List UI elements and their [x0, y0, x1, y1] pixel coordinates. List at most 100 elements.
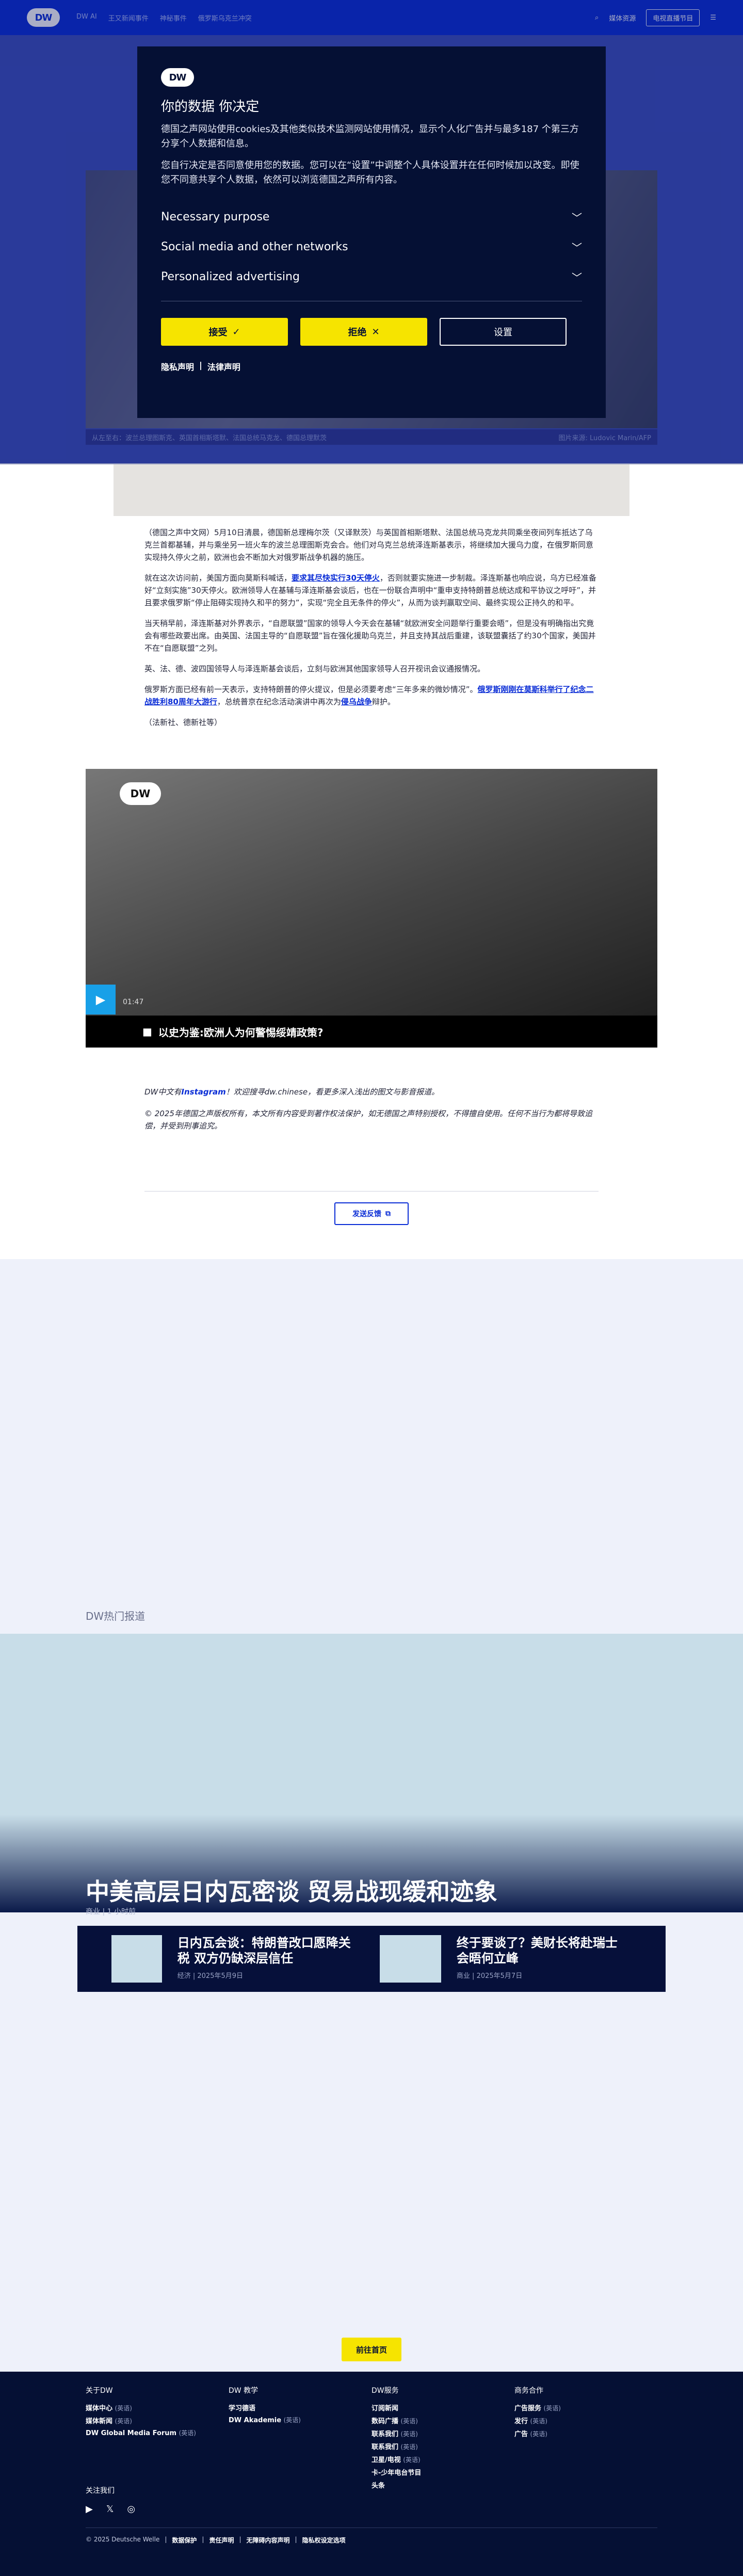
- footer-link[interactable]: 订阅新闻: [372, 2403, 514, 2412]
- privacy-link[interactable]: 隐私声明: [161, 360, 194, 373]
- consent-logo: DW: [161, 68, 194, 87]
- x-icon[interactable]: 𝕏: [106, 2504, 114, 2515]
- consent-text: 您自行决定是否同意使用您的数据。您可以在“设置”中调整个人具体设置并在任何时候加…: [161, 160, 579, 185]
- teaser-meta: 商业 | 2025年5月7日: [456, 1972, 523, 1980]
- video-camera-icon: ■: [142, 1025, 152, 1038]
- copyright-note: © 2025年德国之声版权所有，本文所有内容受到著作权法保护，如无德国之声特别授…: [144, 1109, 592, 1131]
- copyright: © 2025 Deutsche Welle: [86, 2536, 160, 2543]
- footer-link[interactable]: 学习德语: [229, 2403, 372, 2412]
- ad-placeholder: [114, 464, 629, 516]
- teaser-title: 日内瓦会谈：特朗普改口愿降关税 双方仍缺深层信任: [177, 1936, 351, 1966]
- footer-link[interactable]: 头条: [372, 2480, 514, 2490]
- legal-link[interactable]: 无障碍内容声明: [247, 2536, 290, 2545]
- close-icon: ✕: [372, 326, 380, 337]
- instagram-note: DW中文有Instagram！欢迎搜寻dw.chinese，看更多深入浅出的图文…: [144, 1087, 440, 1097]
- video-title: 以史为鉴:欧洲人为何警惕绥靖政策?: [158, 1026, 324, 1039]
- footer-link[interactable]: 联系我们 (英语): [372, 2441, 514, 2451]
- article-paragraph: 当天稍早前，泽连斯基对外界表示，“自愿联盟”国家的领导人今天会在基辅“就欧洲安全…: [144, 619, 596, 653]
- footer-link[interactable]: 广告服务 (英语): [514, 2403, 657, 2412]
- article-paragraph: （法新社、德新社等）: [144, 718, 222, 727]
- footer-col-title: DW服务: [372, 2387, 399, 2395]
- youtube-icon[interactable]: ▶: [86, 2504, 93, 2515]
- chevron-down-icon: ﹀: [572, 241, 582, 254]
- footer-col-business: 商务合作 广告服务 (英语) 发行 (英语) 广告 (英语): [514, 2385, 657, 2493]
- purpose-label: Necessary purpose: [161, 210, 270, 223]
- inline-link[interactable]: 侵乌战争: [341, 697, 372, 706]
- legal-link[interactable]: 数据保护: [172, 2536, 197, 2545]
- footer-col-about: 关于DW 媒体中心 (英语) 媒体新闻 (英语) DW Global Media…: [86, 2385, 229, 2493]
- topic-image[interactable]: [0, 1634, 743, 1912]
- footer-link[interactable]: 广告 (英语): [514, 2428, 657, 2438]
- consent-modal: DW 你的数据 你决定 德国之声网站使用cookies及其他类似技术监测网站使用…: [137, 46, 606, 418]
- follow-label: 关注我们: [86, 2487, 115, 2495]
- teaser-strip: 日内瓦会谈：特朗普改口愿降关税 双方仍缺深层信任 经济 | 2025年5月9日 …: [77, 1926, 666, 1992]
- reject-label: 拒绝: [348, 327, 367, 338]
- purpose-advertising[interactable]: Personalized advertising ﹀: [161, 262, 582, 292]
- footer-link[interactable]: 联系我们 (英语): [372, 2428, 514, 2438]
- consent-title: 你的数据 你决定: [161, 99, 260, 115]
- footer-link[interactable]: 卫星/电视 (英语): [372, 2454, 514, 2464]
- settings-button[interactable]: 设置: [440, 318, 567, 346]
- footer-link[interactable]: DW Akademie (英语): [229, 2416, 372, 2424]
- consent-buttons: 接受 ✓ 拒绝 ✕ 设置: [161, 318, 582, 346]
- legal-link[interactable]: 隐私权设定选项: [302, 2536, 346, 2545]
- legal-links: © 2025 Deutsche Welle | 数据保护 | 责任声明 | 无障碍内容…: [86, 2536, 346, 2545]
- article-body: （德国之声中文网）5月10日清晨，德国新总理梅尔茨（又译默茨）与英国首相斯塔默、…: [144, 526, 599, 737]
- footer-link[interactable]: 发行 (英语): [514, 2416, 657, 2425]
- footer-col-services: DW服务 订阅新闻 数码广播 (英语) 联系我们 (英语) 联系我们 (英语) …: [372, 2385, 514, 2493]
- footer-link[interactable]: 媒体新闻 (英语): [86, 2416, 229, 2425]
- chevron-down-icon: ﹀: [572, 211, 582, 224]
- article-paragraph: 俄罗斯方面已经有前一天表示，支持特朗普的停火提议，但是必须要考虑“三年多来的微妙…: [144, 685, 594, 706]
- article-paragraph: （德国之声中文网）5月10日清晨，德国新总理梅尔茨（又译默茨）与英国首相斯塔默、…: [144, 528, 594, 562]
- footer-link[interactable]: 媒体中心 (英语): [86, 2403, 229, 2412]
- topic-meta: 商业 | 1 小时前: [86, 1908, 136, 1916]
- site-footer: 关于DW 媒体中心 (英语) 媒体新闻 (英语) DW Global Media…: [0, 2372, 743, 2576]
- divider: [144, 1191, 599, 1192]
- copy-icon: ⧉: [385, 1210, 391, 1218]
- teaser-thumbnail: [380, 1935, 441, 1983]
- reject-button[interactable]: 拒绝 ✕: [300, 318, 427, 346]
- teaser-meta: 经济 | 2025年5月9日: [177, 1972, 244, 1980]
- footer-col-title: 商务合作: [514, 2387, 543, 2395]
- consent-links: 隐私声明 | 法律声明: [161, 360, 582, 373]
- feedback-label: 发送反馈: [352, 1210, 381, 1218]
- consent-text: 德国之声网站使用cookies及其他类似技术监测网站使用情况，显示个人化广告并与…: [161, 124, 579, 149]
- purpose-label: Personalized advertising: [161, 270, 300, 283]
- chevron-down-icon: ﹀: [572, 271, 582, 284]
- footer-col-education: DW 教学 学习德语 DW Akademie (英语): [229, 2385, 372, 2493]
- instagram-link[interactable]: Instagram: [181, 1087, 225, 1097]
- video-duration: 01:47: [123, 998, 144, 1006]
- footer-link[interactable]: 卡-少年电台节目: [372, 2467, 514, 2477]
- article-paragraph: 就在这次访问前，美国方面向莫斯科喊话，要求其尽快实行30天停火，否则就要实施进一…: [144, 573, 596, 607]
- purpose-list: Necessary purpose ﹀ Social media and oth…: [161, 202, 582, 292]
- article-note: DW中文有Instagram！欢迎搜寻dw.chinese，看更多深入浅出的图文…: [144, 1086, 599, 1141]
- instagram-icon[interactable]: ◎: [127, 2504, 135, 2515]
- purpose-label: Social media and other networks: [161, 240, 348, 253]
- check-icon: ✓: [232, 326, 240, 337]
- teaser-card[interactable]: 终于要谈了？美财长将赴瑞士会晤何立峰 商业 | 2025年5月7日: [380, 1935, 622, 1983]
- divider: [86, 2527, 657, 2528]
- footer-col-title: DW 教学: [229, 2387, 259, 2395]
- footer-link[interactable]: 数码广播 (英语): [372, 2416, 514, 2425]
- teaser-card[interactable]: 日内瓦会谈：特朗普改口愿降关税 双方仍缺深层信任 经济 | 2025年5月9日: [111, 1935, 354, 1983]
- video-title-bar: ■ 以史为鉴:欧洲人为何警惕绥靖政策?: [86, 1016, 657, 1048]
- purpose-necessary[interactable]: Necessary purpose ﹀: [161, 202, 582, 232]
- legal-link[interactable]: 法律声明: [207, 360, 240, 373]
- inline-link[interactable]: 要求其尽快实行30天停火: [292, 573, 380, 583]
- video-player[interactable]: DW ▶ 01:47 ■ 以史为鉴:欧洲人为何警惕绥靖政策?: [86, 769, 657, 1048]
- purpose-social[interactable]: Social media and other networks ﹀: [161, 232, 582, 262]
- link-separator: |: [199, 360, 202, 370]
- home-button[interactable]: 前往首页: [342, 2338, 401, 2361]
- topic-title[interactable]: 中美高层日内瓦密谈 贸易战现缓和迹象: [86, 1873, 497, 1907]
- accept-button[interactable]: 接受 ✓: [161, 318, 288, 346]
- footer-col-title: 关于DW: [86, 2387, 113, 2395]
- section-title: DW热门报道: [86, 1610, 146, 1622]
- play-icon[interactable]: ▶: [86, 985, 116, 1015]
- legal-link[interactable]: 责任声明: [209, 2536, 234, 2545]
- social-icons: ▶ 𝕏 ◎: [86, 2504, 135, 2515]
- teaser-thumbnail: [111, 1935, 162, 1983]
- article-paragraph: 英、法、德、波四国领导人与泽连斯基会谈后，立刻与欧洲其他国家领导人召开视讯会议通…: [144, 664, 486, 673]
- accept-label: 接受: [208, 327, 228, 338]
- footer-link[interactable]: DW Global Media Forum (英语): [86, 2428, 229, 2437]
- feedback-button[interactable]: 发送反馈 ⧉: [334, 1202, 409, 1225]
